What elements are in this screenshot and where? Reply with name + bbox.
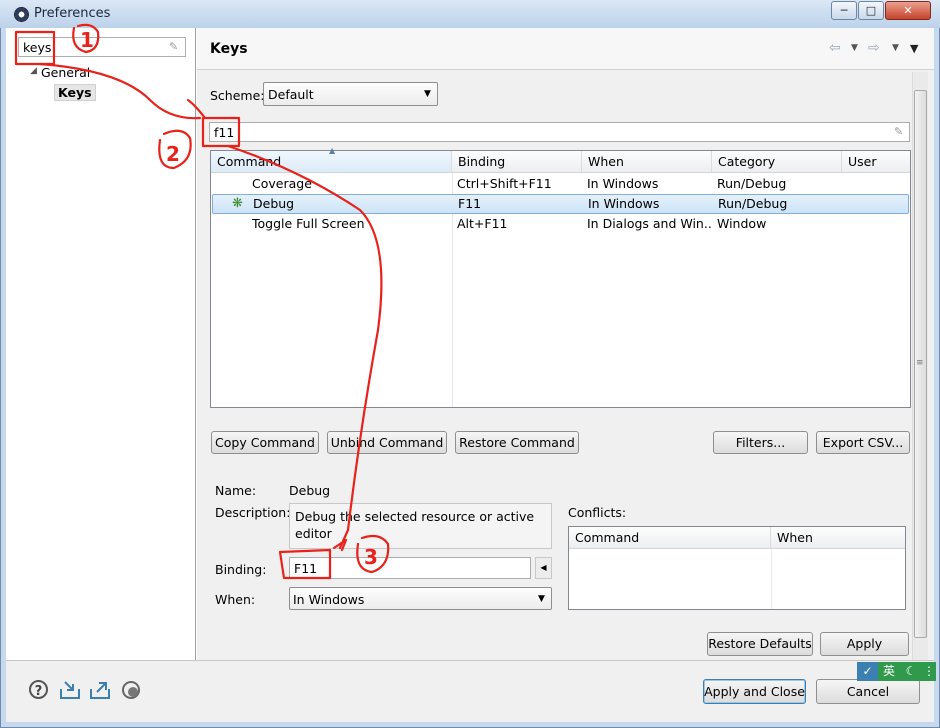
row-category: Run/Debug — [718, 196, 788, 211]
when-value: In Windows — [293, 592, 365, 607]
ime-more-icon[interactable]: ⋮ — [922, 662, 936, 681]
forward-menu-icon[interactable]: ▼ — [892, 43, 899, 53]
page-scrollbar[interactable]: ≡ — [912, 72, 928, 660]
row-command: Debug — [253, 196, 295, 211]
row-when: In Windows — [588, 196, 660, 211]
row-category: Run/Debug — [717, 176, 787, 191]
conflicts-header: Command When — [569, 527, 905, 549]
clear-filter-icon[interactable]: ✎ — [169, 40, 178, 53]
tree-item-general[interactable]: General — [41, 65, 90, 80]
apply-and-close-button[interactable]: Apply and Close — [703, 679, 806, 704]
binding-label: Binding: — [215, 562, 267, 577]
scheme-label: Scheme: — [210, 88, 265, 103]
commands-table[interactable]: Command ▲ Binding When Category User Cov… — [210, 146, 911, 408]
page-title: Keys — [210, 41, 248, 57]
keys-filter-input[interactable]: f11 ✎ — [209, 122, 910, 142]
ime-logo-icon[interactable]: ✓ — [857, 662, 878, 681]
column-user[interactable]: User — [842, 151, 910, 172]
chevron-down-icon: ▼ — [424, 89, 431, 99]
expand-arrow-icon[interactable]: ◢ — [30, 66, 37, 76]
column-binding[interactable]: Binding — [452, 151, 582, 172]
tree-item-keys[interactable]: Keys — [54, 84, 96, 101]
apply-button[interactable]: Apply — [820, 632, 909, 656]
back-arrow-icon[interactable]: ⇦ — [829, 40, 841, 56]
binding-value: F11 — [294, 561, 318, 576]
conflicts-table[interactable]: Command When — [568, 526, 906, 610]
binding-menu-button[interactable]: ◀ — [535, 557, 552, 579]
conflicts-column-when[interactable]: When — [771, 527, 905, 548]
column-category[interactable]: Category — [712, 151, 842, 172]
column-divider — [771, 549, 772, 609]
title-bar — [0, 0, 940, 28]
eclipse-icon — [14, 7, 29, 22]
row-command: Coverage — [252, 176, 312, 191]
row-when: In Dialogs and Win... — [587, 216, 711, 231]
back-menu-icon[interactable]: ▼ — [851, 43, 858, 53]
import-icon[interactable] — [59, 680, 81, 700]
record-icon[interactable] — [122, 681, 140, 699]
table-row-selected[interactable]: ❋ Debug F11 In Windows Run/Debug — [212, 194, 909, 214]
view-menu-icon[interactable]: ▼ — [910, 42, 918, 55]
export-icon[interactable] — [89, 680, 111, 700]
export-csv-button[interactable]: Export CSV... — [816, 431, 910, 454]
when-select[interactable]: In Windows ▼ — [289, 587, 552, 610]
restore-defaults-button[interactable]: Restore Defaults — [707, 632, 813, 656]
restore-command-button[interactable]: Restore Command — [455, 431, 579, 454]
scheme-value: Default — [268, 87, 314, 102]
cancel-button[interactable]: Cancel — [816, 679, 920, 704]
preference-tree-pane — [6, 28, 196, 660]
row-when: In Windows — [587, 176, 659, 191]
ime-language-toggle[interactable]: 英 — [878, 662, 900, 681]
unbind-command-button[interactable]: Unbind Command — [327, 431, 447, 454]
scrollbar-grip-icon: ≡ — [916, 358, 924, 368]
chevron-down-icon: ▼ — [538, 594, 545, 604]
scheme-select[interactable]: Default ▼ — [263, 82, 438, 106]
forward-arrow-icon[interactable]: ⇨ — [868, 40, 880, 56]
row-binding: F11 — [458, 196, 482, 211]
conflicts-column-command[interactable]: Command — [569, 527, 771, 548]
keys-filter-value: f11 — [214, 125, 235, 140]
column-when[interactable]: When — [582, 151, 712, 172]
minimize-button[interactable]: ─ — [831, 1, 857, 20]
filters-button[interactable]: Filters... — [713, 431, 808, 454]
ime-moon-icon[interactable]: ☾ — [900, 662, 922, 681]
clear-filter-icon[interactable]: ✎ — [894, 125, 903, 138]
record-dot — [128, 687, 138, 697]
description-value: Debug the selected resource or active ed… — [289, 503, 552, 549]
when-label: When: — [215, 592, 256, 607]
copy-command-button[interactable]: Copy Command — [211, 431, 319, 454]
name-value: Debug — [289, 483, 331, 498]
preference-filter-input[interactable]: keys ✎ — [18, 37, 186, 57]
debug-bug-icon: ❋ — [232, 196, 243, 211]
table-header: Command ▲ Binding When Category User — [211, 146, 910, 173]
row-command: Toggle Full Screen — [252, 216, 365, 231]
row-binding: Ctrl+Shift+F11 — [457, 176, 552, 191]
sort-ascending-icon: ▲ — [329, 146, 336, 155]
table-row[interactable]: Coverage Ctrl+Shift+F11 In Windows Run/D… — [211, 174, 910, 194]
maximize-button[interactable]: □ — [858, 1, 884, 20]
binding-input[interactable]: F11 — [289, 557, 531, 579]
name-label: Name: — [215, 483, 257, 498]
row-category: Window — [717, 216, 767, 231]
description-label: Description: — [215, 505, 291, 520]
row-binding: Alt+F11 — [457, 216, 508, 231]
help-icon[interactable]: ? — [29, 680, 48, 699]
page-header — [197, 28, 934, 70]
preference-filter-value: keys — [23, 40, 52, 55]
table-row[interactable]: Toggle Full Screen Alt+F11 In Dialogs an… — [211, 214, 910, 234]
window-title: Preferences — [34, 6, 111, 21]
conflicts-label: Conflicts: — [568, 505, 627, 520]
close-button[interactable]: ✕ — [885, 1, 931, 20]
